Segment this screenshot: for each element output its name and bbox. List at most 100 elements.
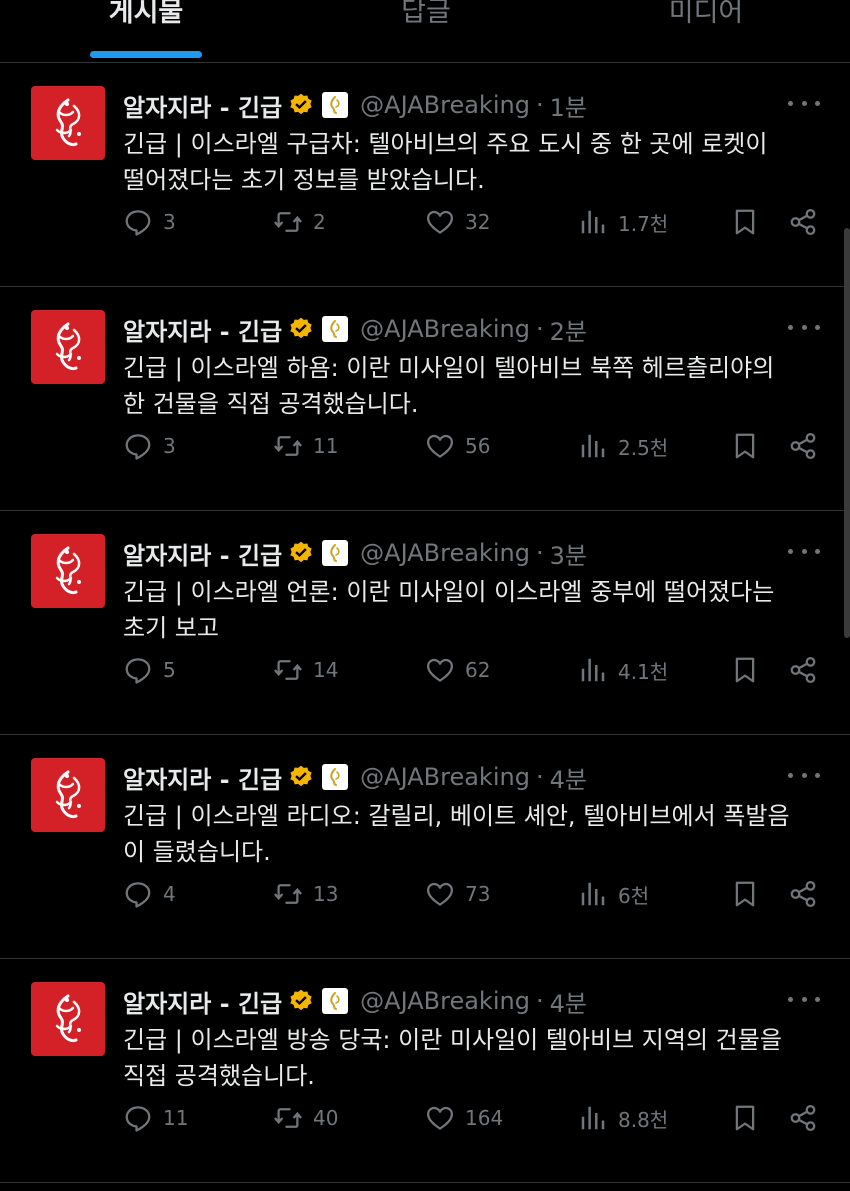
reply-button[interactable]: 3 <box>123 202 176 242</box>
timestamp[interactable]: 4분 <box>550 984 587 1019</box>
like-count: 164 <box>465 1106 504 1130</box>
reply-icon <box>125 434 151 460</box>
views-button[interactable]: 4.1천 <box>578 650 668 690</box>
affiliate-badge-icon[interactable] <box>322 540 349 566</box>
views-button[interactable]: 6천 <box>578 874 649 914</box>
verified-badge-icon[interactable] <box>288 988 314 1014</box>
repost-button[interactable]: 11 <box>273 426 338 466</box>
bookmark-button[interactable] <box>730 1098 760 1138</box>
post-actions: 3 2 32 1.7천 <box>0 202 850 242</box>
post[interactable]: 알자지라 - 긴급 @AJABreaking · 4분 긴급 | 이스라엘 라디… <box>0 734 850 959</box>
repost-button[interactable]: 40 <box>273 1098 338 1138</box>
display-name[interactable]: 알자지라 - 긴급 <box>123 312 282 347</box>
post[interactable]: 알자지라 - 긴급 @AJABreaking · 4분 긴급 | 이스라엘 방송… <box>0 958 850 1183</box>
affiliate-logo-icon <box>330 768 340 786</box>
display-name[interactable]: 알자지라 - 긴급 <box>123 88 282 123</box>
reply-button[interactable]: 3 <box>123 426 176 466</box>
reply-button[interactable]: 11 <box>123 1098 188 1138</box>
post-text: 긴급 | 이스라엘 라디오: 갈릴리, 베이트 셰안, 텔아비브에서 폭발음 이… <box>123 798 823 870</box>
views-button[interactable]: 2.5천 <box>578 426 668 466</box>
handle[interactable]: @AJABreaking <box>360 315 530 343</box>
reply-button[interactable]: 4 <box>123 874 176 914</box>
avatar[interactable] <box>31 310 105 384</box>
views-button[interactable]: 1.7천 <box>578 202 668 242</box>
post[interactable]: 알자지라 - 긴급 @AJABreaking · 2분 긴급 | 이스라엘 하욤… <box>0 286 850 511</box>
avatar[interactable] <box>31 86 105 160</box>
timestamp[interactable]: 2분 <box>550 312 587 347</box>
separator: · <box>535 763 544 791</box>
verified-badge-icon[interactable] <box>288 540 314 566</box>
post-text-line: 한 건물을 직접 공격했습니다. <box>123 390 419 418</box>
active-tab-indicator <box>90 51 202 58</box>
al-jazeera-logo-icon <box>55 322 81 371</box>
heart-icon <box>427 434 453 458</box>
more-icon[interactable] <box>788 770 820 780</box>
repost-count: 11 <box>313 434 339 458</box>
separator: · <box>535 539 544 567</box>
affiliate-badge-icon[interactable] <box>322 764 349 790</box>
display-name[interactable]: 알자지라 - 긴급 <box>123 760 282 795</box>
avatar[interactable] <box>31 534 105 608</box>
tab-posts[interactable]: 게시물 <box>46 0 246 30</box>
like-button[interactable]: 62 <box>425 650 490 690</box>
scrollbar[interactable] <box>844 228 850 638</box>
like-button[interactable]: 73 <box>425 874 490 914</box>
verified-badge-icon[interactable] <box>288 316 314 342</box>
avatar[interactable] <box>31 758 105 832</box>
display-name[interactable]: 알자지라 - 긴급 <box>123 536 282 571</box>
repost-count: 2 <box>313 210 326 234</box>
avatar[interactable] <box>31 982 105 1056</box>
repost-button[interactable]: 13 <box>273 874 338 914</box>
timestamp[interactable]: 1분 <box>550 88 587 123</box>
handle[interactable]: @AJABreaking <box>360 987 530 1015</box>
more-icon[interactable] <box>788 322 820 332</box>
tab-media[interactable]: 미디어 <box>606 0 806 30</box>
post-text-line: 이 들렸습니다. <box>123 838 271 866</box>
affiliate-badge-icon[interactable] <box>322 988 349 1014</box>
bookmark-button[interactable] <box>730 650 760 690</box>
share-button[interactable] <box>788 202 818 242</box>
handle[interactable]: @AJABreaking <box>360 91 530 119</box>
repost-button[interactable]: 14 <box>273 650 338 690</box>
share-button[interactable] <box>788 1098 818 1138</box>
like-button[interactable]: 32 <box>425 202 490 242</box>
timestamp[interactable]: 4분 <box>550 760 587 795</box>
like-count: 56 <box>465 434 491 458</box>
bookmark-button[interactable] <box>730 874 760 914</box>
like-count: 73 <box>465 882 491 906</box>
bookmark-button[interactable] <box>730 426 760 466</box>
like-button[interactable]: 164 <box>425 1098 503 1138</box>
post-text-line: 긴급 | 이스라엘 하욤: 이란 미사일이 텔아비브 북쪽 헤르츨리야의 <box>123 354 775 382</box>
handle[interactable]: @AJABreaking <box>360 763 530 791</box>
handle[interactable]: @AJABreaking <box>360 539 530 567</box>
share-button[interactable] <box>788 426 818 466</box>
reply-count: 4 <box>163 882 176 906</box>
verified-badge-icon[interactable] <box>288 92 314 118</box>
tab-replies[interactable]: 답글 <box>326 0 526 30</box>
repost-count: 40 <box>313 1106 339 1130</box>
reply-button[interactable]: 5 <box>123 650 176 690</box>
more-icon[interactable] <box>788 98 820 108</box>
affiliate-badge-icon[interactable] <box>322 316 349 342</box>
views-button[interactable]: 8.8천 <box>578 1098 668 1138</box>
share-icon <box>790 209 816 235</box>
display-name[interactable]: 알자지라 - 긴급 <box>123 984 282 1019</box>
repost-icon <box>274 660 302 680</box>
share-button[interactable] <box>788 650 818 690</box>
post[interactable]: 알자지라 - 긴급 @AJABreaking · 1분 긴급 | 이스라엘 구급… <box>0 62 850 287</box>
timestamp[interactable]: 3분 <box>550 536 587 571</box>
heart-icon <box>427 210 453 234</box>
post[interactable]: 알자지라 - 긴급 @AJABreaking · 3분 긴급 | 이스라엘 언론… <box>0 510 850 735</box>
like-count: 62 <box>465 658 491 682</box>
verified-badge-icon[interactable] <box>288 764 314 790</box>
repost-icon <box>274 436 302 456</box>
bookmark-button[interactable] <box>730 202 760 242</box>
post-actions: 5 14 62 4.1천 <box>0 650 850 690</box>
share-button[interactable] <box>788 874 818 914</box>
like-button[interactable]: 56 <box>425 426 490 466</box>
affiliate-badge-icon[interactable] <box>322 92 349 118</box>
more-icon[interactable] <box>788 994 820 1004</box>
repost-button[interactable]: 2 <box>273 202 326 242</box>
more-icon[interactable] <box>788 546 820 556</box>
post-header: 알자지라 - 긴급 @AJABreaking · 4분 <box>123 984 587 1018</box>
